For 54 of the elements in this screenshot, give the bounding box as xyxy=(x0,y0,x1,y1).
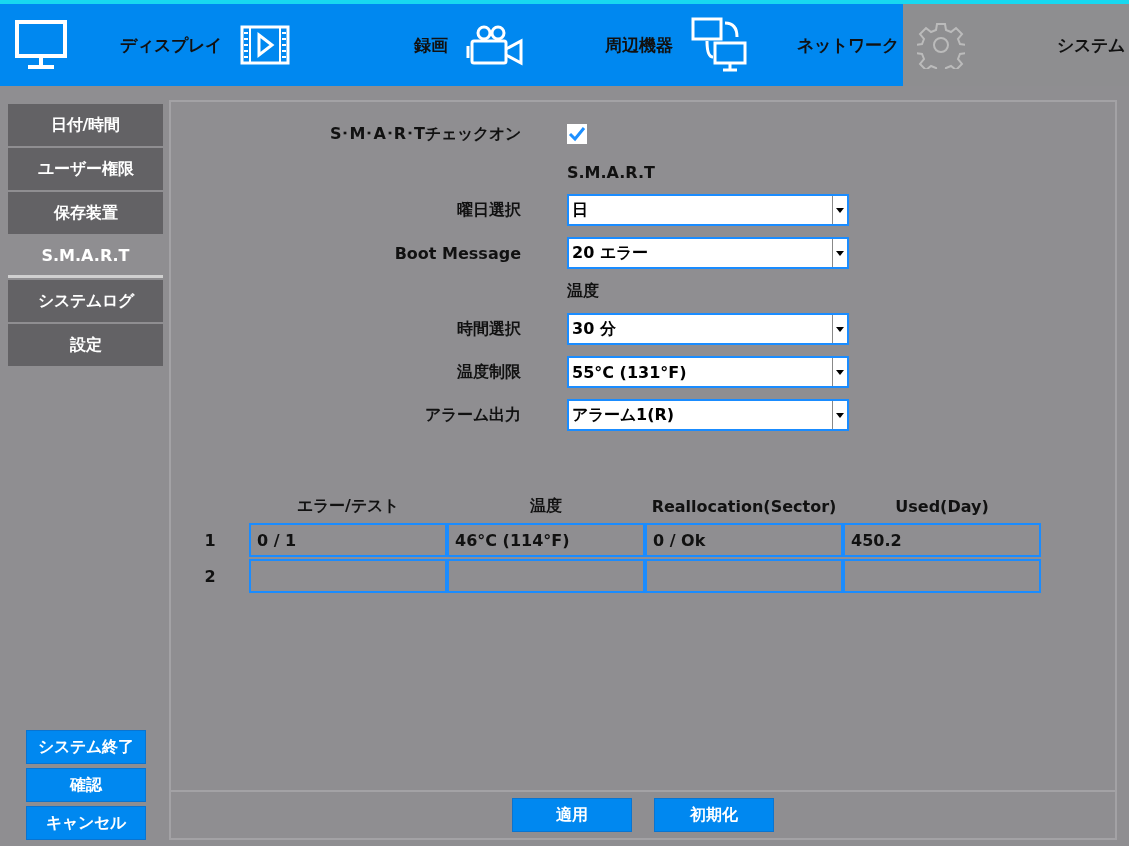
field-label: 曜日選択 xyxy=(456,199,521,221)
column-header: エラー/テスト xyxy=(296,494,400,517)
caret-icon xyxy=(836,412,844,418)
top-tab[interactable]: システム xyxy=(903,4,1129,86)
section-heading: S.M.A.R.T xyxy=(567,162,655,182)
tab-label: ネットワーク xyxy=(797,33,900,57)
sidebar-item[interactable]: ユーザー権限 xyxy=(8,148,163,190)
footer-button[interactable]: 適用 xyxy=(512,798,632,832)
network-icon xyxy=(691,17,750,73)
table-cell: 46°C (114°F) xyxy=(447,523,645,557)
tab-label: ディスプレイ xyxy=(119,33,222,57)
sidebar-item[interactable]: 保存装置 xyxy=(8,192,163,234)
settings-icon xyxy=(917,21,966,69)
checkbox[interactable] xyxy=(567,124,587,144)
sidebar-item[interactable]: システムログ xyxy=(8,280,163,322)
section-heading: 温度 xyxy=(567,280,599,302)
table-cell: 0 / 1 xyxy=(249,523,447,557)
monitor-icon xyxy=(14,19,68,71)
row-number: 1 xyxy=(203,530,217,550)
sidebar-button[interactable]: システム終了 xyxy=(25,730,146,764)
dropdown[interactable]: アラーム1(R) xyxy=(567,399,849,431)
dropdown[interactable]: 30 分 xyxy=(567,313,849,345)
top-tab[interactable]: ネットワーク xyxy=(677,4,904,86)
field-label: 時間選択 xyxy=(456,318,521,340)
tab-label: 周辺機器 xyxy=(605,33,674,57)
field-label: アラーム出力 xyxy=(424,404,521,426)
field-label: Boot Message xyxy=(393,243,521,263)
column-header: 温度 xyxy=(529,494,563,517)
field-label: S･M･A･R･Tチェックオン xyxy=(328,123,521,145)
sidebar-button[interactable]: 確認 xyxy=(25,768,146,802)
dropdown[interactable]: 日 xyxy=(567,194,849,226)
sidebar-item[interactable]: 設定 xyxy=(8,324,163,366)
dropdown[interactable]: 20 エラー xyxy=(567,237,849,269)
table-cell: 450.2 xyxy=(843,523,1041,557)
film-icon xyxy=(239,25,290,65)
table-cell: 0 / Ok xyxy=(645,523,843,557)
column-header: Reallocation(Sector) xyxy=(650,495,838,518)
dropdown[interactable]: 55°C (131°F) xyxy=(567,356,849,388)
caret-icon xyxy=(836,207,844,213)
sidebar-button[interactable]: キャンセル xyxy=(25,806,146,840)
caret-icon xyxy=(836,369,844,375)
video-camera-icon xyxy=(465,24,524,66)
top-tab[interactable]: ディスプレイ xyxy=(0,4,226,86)
footer-button[interactable]: 初期化 xyxy=(654,798,774,832)
tab-label: システム xyxy=(1057,33,1125,57)
top-tab[interactable]: 周辺機器 xyxy=(451,4,678,86)
column-header: Used(Day) xyxy=(894,495,990,518)
caret-icon xyxy=(836,250,844,256)
row-number: 2 xyxy=(203,566,217,586)
caret-icon xyxy=(836,326,844,332)
tab-label: 録画 xyxy=(413,33,448,57)
top-tab[interactable]: 録画 xyxy=(225,4,452,86)
sidebar-item[interactable]: 日付/時間 xyxy=(8,104,163,146)
field-label: 温度制限 xyxy=(456,361,521,383)
